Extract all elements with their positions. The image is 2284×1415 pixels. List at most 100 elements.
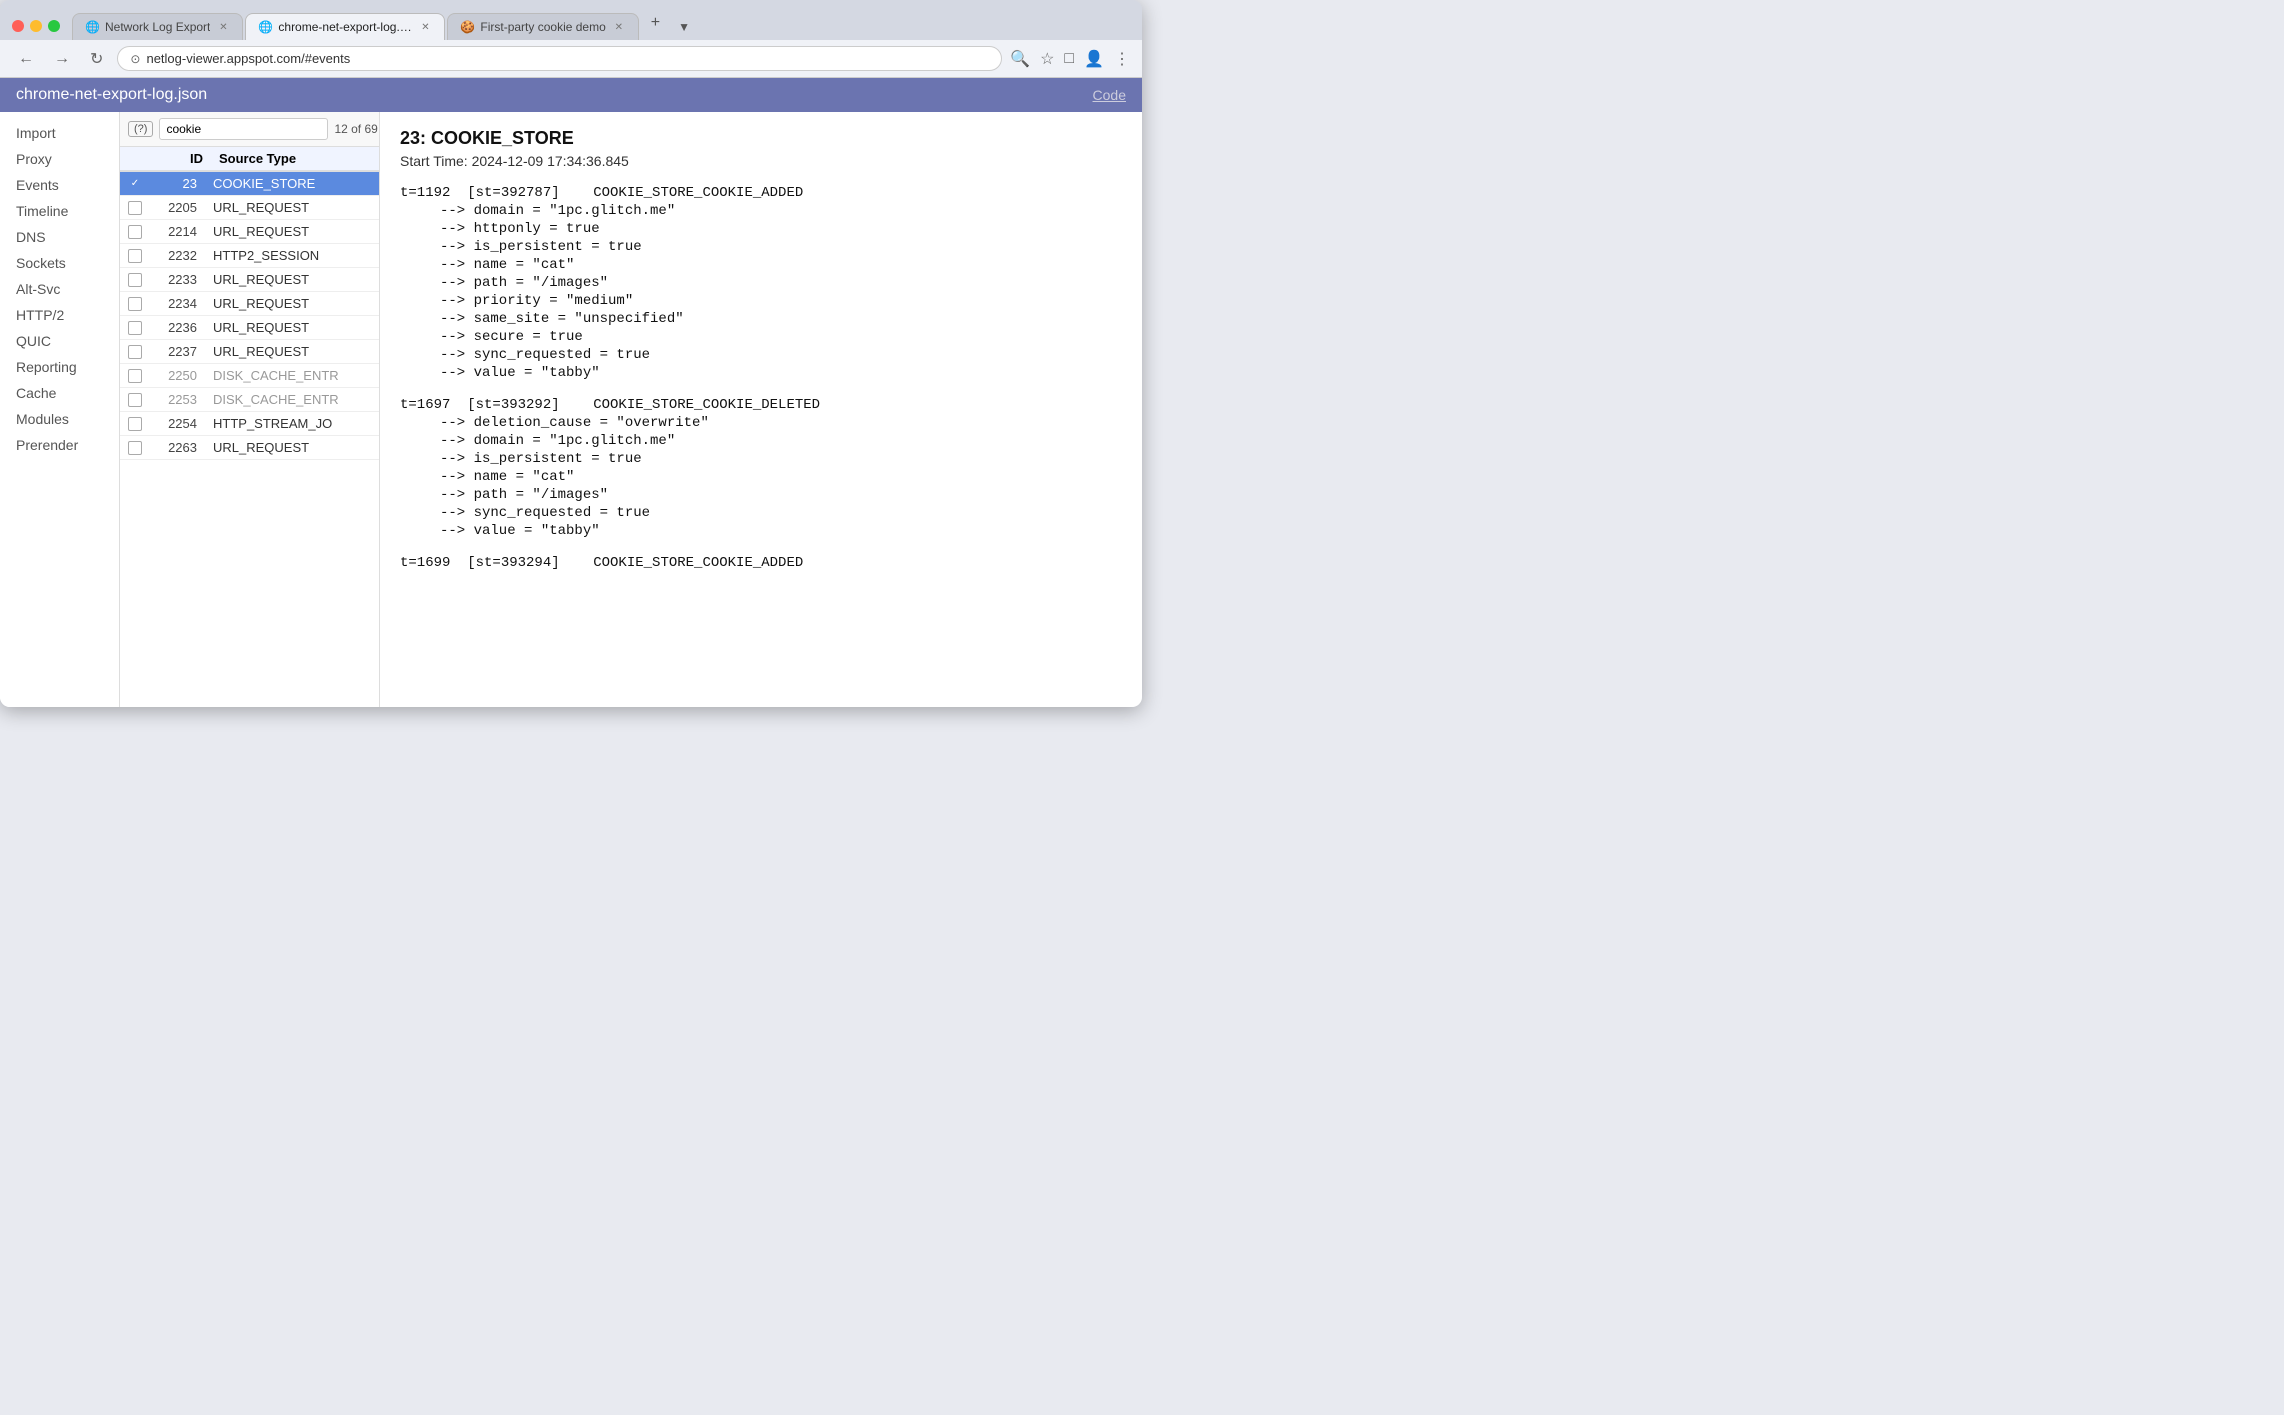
event-detail-2-3: --> is_persistent = true (400, 451, 1122, 467)
row-id-9: 2250 (150, 368, 205, 383)
forward-button[interactable]: → (48, 48, 76, 70)
table-row[interactable]: 2263 URL_REQUEST (120, 436, 379, 460)
sidebar-item-dns[interactable]: DNS (0, 224, 119, 250)
row-checkbox-6[interactable] (128, 297, 142, 311)
search-icon[interactable]: 🔍 (1010, 49, 1030, 69)
table-row[interactable]: 2205 URL_REQUEST (120, 196, 379, 220)
sidebar-item-import[interactable]: Import (0, 120, 119, 146)
address-text: netlog-viewer.appspot.com/#events (146, 51, 989, 66)
toolbar: ← → ↻ ⊙ netlog-viewer.appspot.com/#event… (0, 40, 1142, 78)
sidebar-item-modules[interactable]: Modules (0, 406, 119, 432)
row-checkbox-7[interactable] (128, 321, 142, 335)
row-checkbox-10[interactable] (128, 393, 142, 407)
new-tab-button[interactable]: + (641, 8, 670, 40)
table-header: ID Source Type (120, 147, 379, 172)
event-detail-1-10: --> value = "tabby" (400, 365, 1122, 381)
address-bar[interactable]: ⊙ netlog-viewer.appspot.com/#events (117, 46, 1002, 71)
title-bar: 🌐 Network Log Export ✕ 🌐 chrome-net-expo… (0, 0, 1142, 40)
table-row[interactable]: 2232 HTTP2_SESSION (120, 244, 379, 268)
tab-label-2: chrome-net-export-log.json - (278, 20, 412, 34)
sidebar-item-http2[interactable]: HTTP/2 (0, 302, 119, 328)
sidebar-item-timeline[interactable]: Timeline (0, 198, 119, 224)
event-detail-1-2: --> httponly = true (400, 221, 1122, 237)
table-row[interactable]: 2236 URL_REQUEST (120, 316, 379, 340)
table-row[interactable]: 2233 URL_REQUEST (120, 268, 379, 292)
event-detail-2-1: --> deletion_cause = "overwrite" (400, 415, 1122, 431)
main-content: Import Proxy Events Timeline DNS Sockets… (0, 112, 1142, 707)
tab-close-1[interactable]: ✕ (216, 20, 230, 34)
tab-close-3[interactable]: ✕ (612, 20, 626, 34)
table-row[interactable]: 2250 DISK_CACHE_ENTR (120, 364, 379, 388)
browser-frame: 🌐 Network Log Export ✕ 🌐 chrome-net-expo… (0, 0, 1142, 707)
detail-panel: 23: COOKIE_STORE Start Time: 2024-12-09 … (380, 112, 1142, 707)
help-button[interactable]: (?) (128, 121, 153, 137)
event-block-1: t=1192 [st=392787] COOKIE_STORE_COOKIE_A… (400, 185, 1122, 381)
table-row[interactable]: 2214 URL_REQUEST (120, 220, 379, 244)
row-source-9: DISK_CACHE_ENTR (213, 368, 371, 383)
row-id-12: 2263 (150, 440, 205, 455)
traffic-lights (12, 20, 60, 40)
sidebar-item-cache[interactable]: Cache (0, 380, 119, 406)
row-checkbox-11[interactable] (128, 417, 142, 431)
close-button[interactable] (12, 20, 24, 32)
row-checkbox-3[interactable] (128, 225, 142, 239)
reload-button[interactable]: ↻ (84, 47, 109, 71)
sidebar-item-reporting[interactable]: Reporting (0, 354, 119, 380)
row-source-2: URL_REQUEST (213, 200, 371, 215)
table-row[interactable]: 2253 DISK_CACHE_ENTR (120, 388, 379, 412)
row-checkbox-1[interactable] (128, 177, 142, 191)
event-detail-1-5: --> path = "/images" (400, 275, 1122, 291)
event-detail-1-6: --> priority = "medium" (400, 293, 1122, 309)
table-row[interactable]: 2234 URL_REQUEST (120, 292, 379, 316)
row-checkbox-12[interactable] (128, 441, 142, 455)
row-source-1: COOKIE_STORE (213, 176, 371, 191)
code-link[interactable]: Code (1093, 87, 1126, 103)
row-source-12: URL_REQUEST (213, 440, 371, 455)
row-id-6: 2234 (150, 296, 205, 311)
sidebar-item-alt-svc[interactable]: Alt-Svc (0, 276, 119, 302)
row-id-10: 2253 (150, 392, 205, 407)
row-source-5: URL_REQUEST (213, 272, 371, 287)
detail-title: 23: COOKIE_STORE (400, 128, 1122, 149)
row-id-1: 23 (150, 176, 205, 191)
event-detail-1-3: --> is_persistent = true (400, 239, 1122, 255)
tab-expand-button[interactable]: ▼ (670, 14, 698, 40)
table-row[interactable]: 2237 URL_REQUEST (120, 340, 379, 364)
event-detail-2-2: --> domain = "1pc.glitch.me" (400, 433, 1122, 449)
sidebar-item-quic[interactable]: QUIC (0, 328, 119, 354)
maximize-button[interactable] (48, 20, 60, 32)
tab-network-log-export[interactable]: 🌐 Network Log Export ✕ (72, 13, 243, 40)
search-input[interactable] (159, 118, 328, 140)
profile-icon[interactable]: 👤 (1084, 49, 1104, 69)
menu-icon[interactable]: ⋮ (1114, 49, 1130, 69)
app-title: chrome-net-export-log.json (16, 86, 207, 104)
result-count: 12 of 69 (334, 122, 377, 136)
row-checkbox-2[interactable] (128, 201, 142, 215)
tab-first-party-cookie[interactable]: 🍪 First-party cookie demo ✕ (447, 13, 638, 40)
row-id-11: 2254 (150, 416, 205, 431)
event-header-3: t=1699 [st=393294] COOKIE_STORE_COOKIE_A… (400, 555, 1122, 571)
row-id-7: 2236 (150, 320, 205, 335)
event-block-3: t=1699 [st=393294] COOKIE_STORE_COOKIE_A… (400, 555, 1122, 571)
table-row[interactable]: 23 COOKIE_STORE (120, 172, 379, 196)
sidebar-item-events[interactable]: Events (0, 172, 119, 198)
extensions-icon[interactable]: □ (1064, 50, 1074, 68)
event-header-2: t=1697 [st=393292] COOKIE_STORE_COOKIE_D… (400, 397, 1122, 413)
event-detail-1-9: --> sync_requested = true (400, 347, 1122, 363)
tab-close-2[interactable]: ✕ (418, 20, 432, 34)
sidebar-item-prerender[interactable]: Prerender (0, 432, 119, 458)
tab-chrome-net-export[interactable]: 🌐 chrome-net-export-log.json - ✕ (245, 13, 445, 40)
sidebar-item-proxy[interactable]: Proxy (0, 146, 119, 172)
bookmark-icon[interactable]: ☆ (1040, 49, 1054, 69)
row-checkbox-4[interactable] (128, 249, 142, 263)
row-id-3: 2214 (150, 224, 205, 239)
sidebar-item-sockets[interactable]: Sockets (0, 250, 119, 276)
sidebar: Import Proxy Events Timeline DNS Sockets… (0, 112, 120, 707)
row-checkbox-5[interactable] (128, 273, 142, 287)
minimize-button[interactable] (30, 20, 42, 32)
row-checkbox-9[interactable] (128, 369, 142, 383)
table-row[interactable]: 2254 HTTP_STREAM_JO (120, 412, 379, 436)
back-button[interactable]: ← (12, 48, 40, 70)
row-checkbox-8[interactable] (128, 345, 142, 359)
tab-favicon-3: 🍪 (460, 20, 474, 34)
